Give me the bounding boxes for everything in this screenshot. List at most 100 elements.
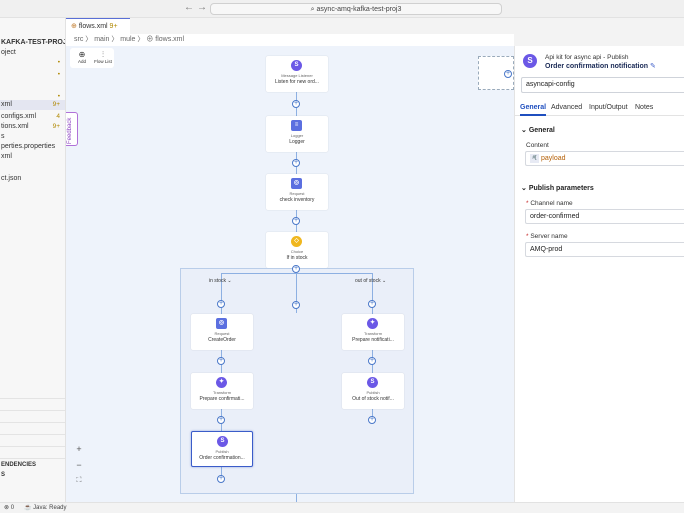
tab-input-output[interactable]: Input/Output xyxy=(589,104,628,111)
feedback-button[interactable]: Feedback xyxy=(66,112,78,146)
sidebar-item-badge: 9+ xyxy=(52,123,60,130)
sidebar-divider xyxy=(0,458,65,459)
add-route-plus-icon[interactable]: + xyxy=(292,301,300,309)
sidebar-item-label: KAFKA-TEST-PROJ3 xyxy=(1,39,66,46)
java-status[interactable]: ☕ Java: Ready xyxy=(24,503,67,513)
title-bar: ← → ⌕ async-amq-kafka-test-proj3 xyxy=(0,0,684,18)
content-field[interactable]: #[payload xyxy=(525,151,684,166)
sidebar-item[interactable]: • xyxy=(0,58,65,68)
sidebar-item-label: tions.xml xyxy=(1,123,29,130)
sidebar-section-header[interactable]: ENDENCIES xyxy=(0,460,65,470)
properties-panel: S Api kit for async api - Publish Order … xyxy=(514,46,684,502)
sidebar-item[interactable]: • xyxy=(0,70,65,80)
command-center[interactable]: ⌕ async-amq-kafka-test-proj3 xyxy=(210,3,502,15)
fit-to-screen-icon[interactable]: ⛶ xyxy=(74,476,84,486)
explorer-sidebar: KAFKA-TEST-PROJ3 oject • • • xml 9+ configs.xml… xyxy=(0,18,66,502)
async-api-icon: S xyxy=(217,436,228,447)
zoom-out-icon[interactable]: − xyxy=(74,460,84,470)
insert-plus-icon[interactable]: + xyxy=(292,159,300,167)
sidebar-item-label: s xyxy=(1,133,5,140)
content-label: Content xyxy=(526,142,549,149)
forward-arrow-icon[interactable]: → xyxy=(197,2,207,13)
insert-plus-icon[interactable]: + xyxy=(368,416,376,424)
section-general[interactable]: ⌄ General xyxy=(521,126,555,134)
async-api-icon: S xyxy=(291,60,302,71)
transform-icon: ✦ xyxy=(216,377,227,388)
flow-list-button[interactable]: ⫶ Flow List xyxy=(94,50,112,64)
insert-plus-icon[interactable]: + xyxy=(292,265,300,273)
window-title: async-amq-kafka-test-proj3 xyxy=(316,6,402,13)
sidebar-item-label: configs.xml xyxy=(1,113,37,120)
node-publish-order-confirmation[interactable]: S Publish Order confirmation... xyxy=(191,431,253,467)
tab-flows-xml[interactable]: ⊕ flows.xml 9+ xyxy=(66,18,130,34)
node-transform-prepare-confirmation[interactable]: ✦ Transform Prepare confirmati... xyxy=(191,373,253,409)
section-publish-parameters[interactable]: ⌄ Publish parameters xyxy=(521,184,594,192)
route-label-out-of-stock[interactable]: out of stock ⌄ xyxy=(355,278,386,284)
insert-plus-icon[interactable]: + xyxy=(217,475,225,483)
sidebar-item[interactable]: xml 9+ xyxy=(0,100,65,110)
sidebar-section-header[interactable]: S xyxy=(0,470,65,480)
add-flow-plus-icon[interactable]: + xyxy=(504,70,512,78)
insert-plus-icon[interactable]: + xyxy=(292,100,300,108)
node-logger[interactable]: ≡ Logger Logger xyxy=(266,116,328,152)
connector-line xyxy=(221,273,373,274)
insert-plus-icon[interactable]: + xyxy=(368,300,376,308)
node-publish-out-of-stock[interactable]: S Publish Out of stock notif... xyxy=(342,373,404,409)
sidebar-item[interactable]: ct.json xyxy=(0,174,65,184)
edit-icon[interactable]: ✎ xyxy=(650,63,656,70)
sidebar-item[interactable]: KAFKA-TEST-PROJ3 xyxy=(0,38,66,48)
status-bar: ⊗ 0 ☕ Java: Ready xyxy=(0,502,684,513)
sidebar-item-label: ct.json xyxy=(1,175,22,182)
sidebar-item-label: oject xyxy=(1,49,16,56)
breadcrumb[interactable]: src 〉 main 〉 mule 〉 ⊕ flows.xml xyxy=(66,34,514,46)
tab-advanced[interactable]: Advanced xyxy=(551,104,582,111)
node-transform-prepare-notification[interactable]: ✦ Transform Prepare notificati... xyxy=(342,314,404,350)
tab-general[interactable]: General xyxy=(520,104,547,116)
zoom-in-icon[interactable]: + xyxy=(74,444,84,454)
sidebar-divider xyxy=(0,422,65,423)
back-arrow-icon[interactable]: ← xyxy=(184,2,194,13)
logger-icon: ≡ xyxy=(291,120,302,131)
http-request-icon: ◎ xyxy=(216,318,227,329)
insert-plus-icon[interactable]: + xyxy=(217,300,225,308)
panel-subtitle: Api kit for async api - Publish xyxy=(545,54,629,61)
add-flow-frame[interactable]: + xyxy=(478,56,514,90)
sidebar-item[interactable]: perties.properties xyxy=(0,142,65,152)
sidebar-divider xyxy=(0,410,65,411)
node-choice[interactable]: ◇ Choice If in stock xyxy=(266,232,328,268)
insert-plus-icon[interactable]: + xyxy=(292,217,300,225)
node-message-listener[interactable]: S Message Listener Listen for new ord... xyxy=(266,56,328,92)
plus-circle-icon: ⊕ xyxy=(78,50,86,59)
connector-line xyxy=(296,494,297,502)
insert-plus-icon[interactable]: + xyxy=(217,357,225,365)
server-name-label: * Server name xyxy=(526,233,568,240)
problems-indicator[interactable]: ⊗ 0 xyxy=(4,503,14,513)
channel-name-label: * Channel name xyxy=(526,200,573,207)
channel-name-field[interactable]: order-confirmed xyxy=(525,209,684,224)
node-request-create-order[interactable]: ◎ Request CreateOrder xyxy=(191,314,253,350)
route-label-in-stock[interactable]: in stock ⌄ xyxy=(209,278,232,284)
editor-tab-bar: ⊕ flows.xml 9+ xyxy=(66,18,684,34)
insert-plus-icon[interactable]: + xyxy=(368,357,376,365)
tab-notes[interactable]: Notes xyxy=(635,104,653,111)
sidebar-item-label: xml xyxy=(1,153,12,160)
sidebar-item[interactable]: configs.xml 4 xyxy=(0,112,65,122)
connector-config-select[interactable]: asyncapi-config xyxy=(521,77,684,93)
palette-toolbar: ⊕ Add ⫶ Flow List xyxy=(70,48,114,68)
expression-icon[interactable]: #[ xyxy=(530,154,539,163)
insert-plus-icon[interactable]: + xyxy=(217,416,225,424)
choice-icon: ◇ xyxy=(291,236,302,247)
flow-list-icon: ⫶ xyxy=(102,50,104,59)
add-button[interactable]: ⊕ Add xyxy=(73,50,91,64)
sidebar-item[interactable]: xml xyxy=(0,152,65,162)
xml-file-icon: ⊕ xyxy=(71,23,79,30)
sidebar-item[interactable]: s xyxy=(0,132,65,142)
sidebar-item[interactable]: tions.xml 9+ xyxy=(0,122,65,132)
flow-canvas[interactable]: ⊕ Add ⫶ Flow List Feedback + S Message Lis… xyxy=(66,46,514,502)
node-request-check-inventory[interactable]: ◎ Request check inventory xyxy=(266,174,328,210)
sidebar-divider xyxy=(0,434,65,435)
tab-badge: 9+ xyxy=(109,23,118,30)
error-icon: ⊗ xyxy=(4,505,11,511)
sidebar-item[interactable]: oject xyxy=(0,48,65,58)
server-name-field[interactable]: AMQ-prod xyxy=(525,242,684,257)
